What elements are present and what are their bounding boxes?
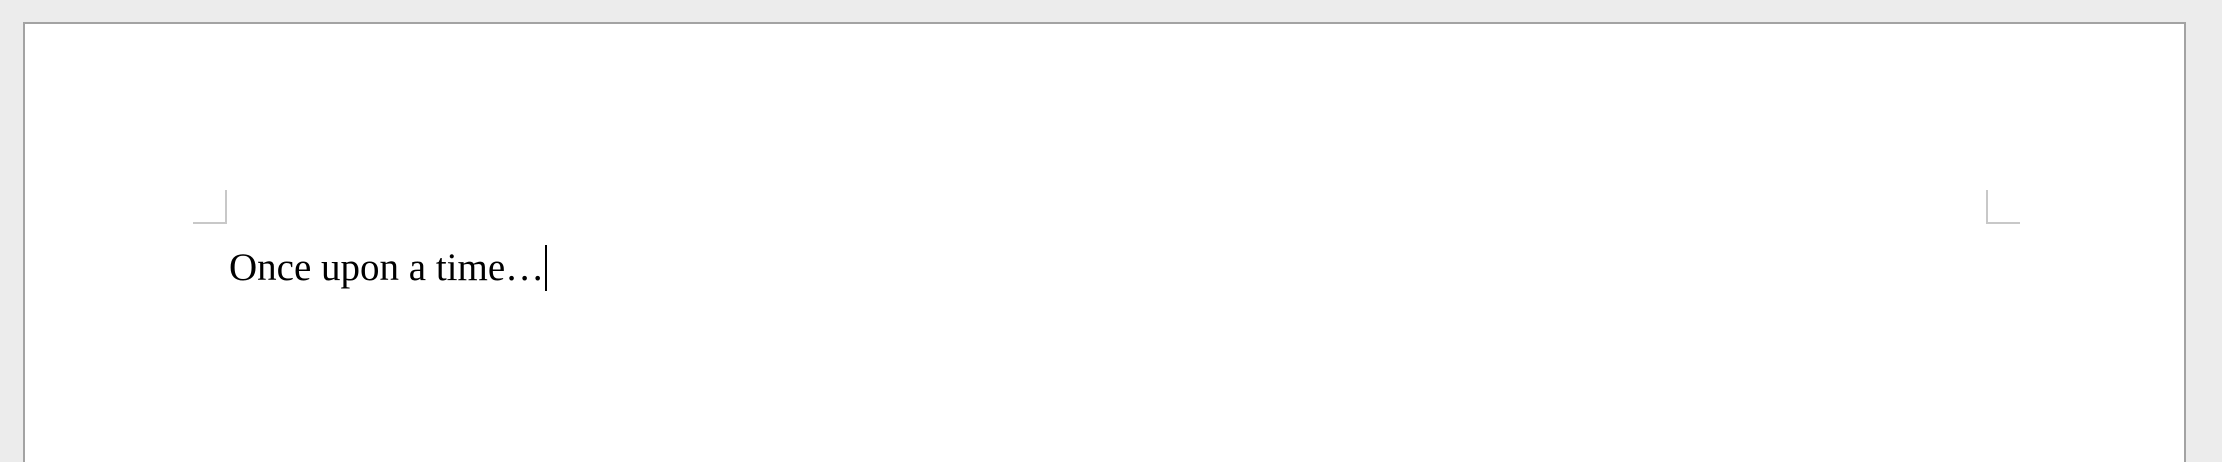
document-workspace: Once upon a time…	[0, 0, 2222, 462]
document-page[interactable]: Once upon a time…	[23, 22, 2186, 462]
text-boundary-marker-top-right	[1986, 190, 2020, 224]
text-boundary-marker-top-left	[193, 190, 227, 224]
paragraph[interactable]: Once upon a time…	[229, 245, 548, 291]
paragraph-text: Once upon a time…	[229, 246, 545, 289]
text-cursor	[545, 245, 548, 291]
